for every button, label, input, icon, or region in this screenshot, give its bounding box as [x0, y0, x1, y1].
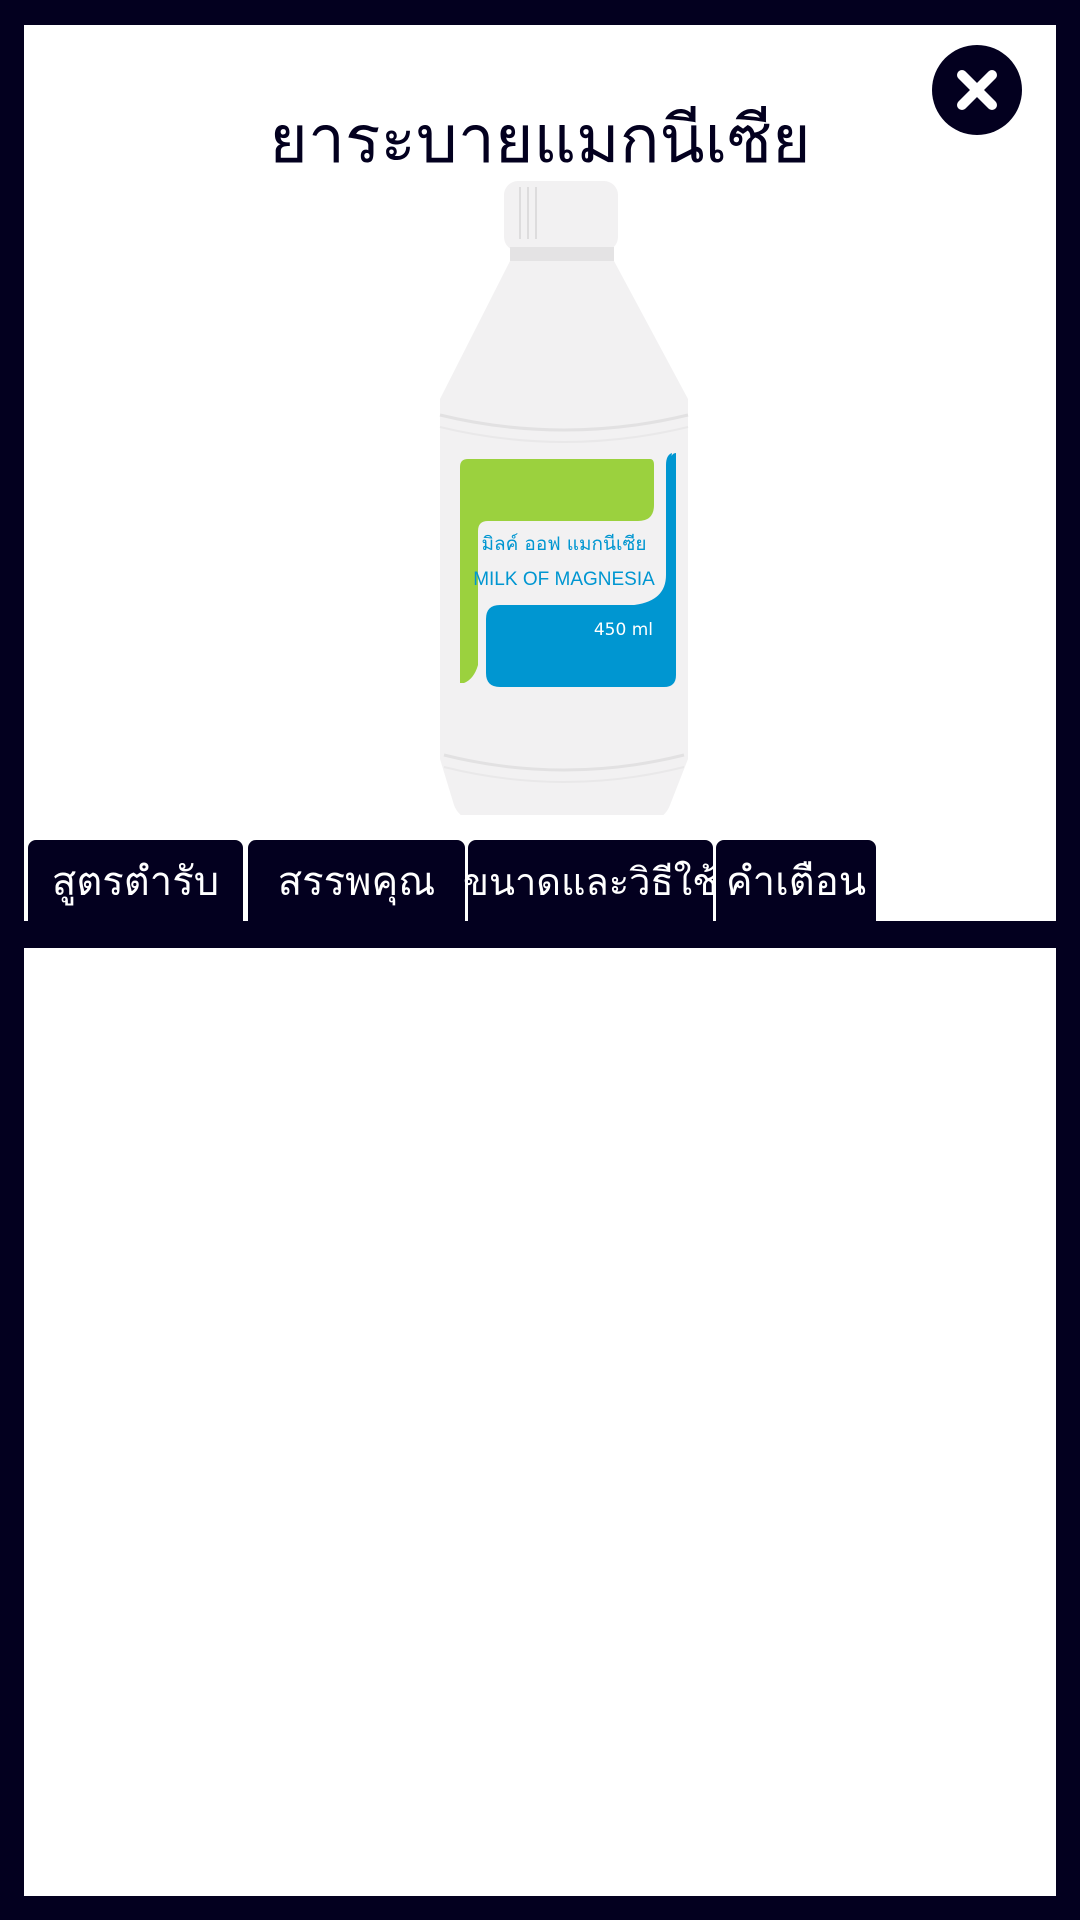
close-icon [957, 70, 997, 110]
label-english: MILK OF MAGNESIA [473, 569, 655, 590]
label-thai: มิลค์ ออฟ แมกนีเซีย [481, 533, 646, 555]
header-panel: ยาระบายแมกนีเซีย มิลค์ ออฟ แมกนีเซีย MIL… [24, 25, 1056, 922]
product-bottle-image: มิลค์ ออฟ แมกนีเซีย MILK OF MAGNESIA 450… [439, 181, 689, 815]
tab-formula[interactable]: สูตรตำรับ [28, 840, 243, 922]
tab-warnings[interactable]: คำเตือน [716, 840, 876, 922]
tab-content-panel [24, 948, 1056, 1896]
tab-indications[interactable]: สรรพคุณ [248, 840, 465, 922]
close-button[interactable] [932, 45, 1022, 135]
label-volume: 450 ml [594, 620, 653, 640]
tab-dosage[interactable]: ขนาดและวิธีใช้ [463, 840, 718, 922]
tab-bar: สูตรตำรับ สรรพคุณ ขนาดและวิธีใช้ คำเตือน [24, 840, 1056, 922]
